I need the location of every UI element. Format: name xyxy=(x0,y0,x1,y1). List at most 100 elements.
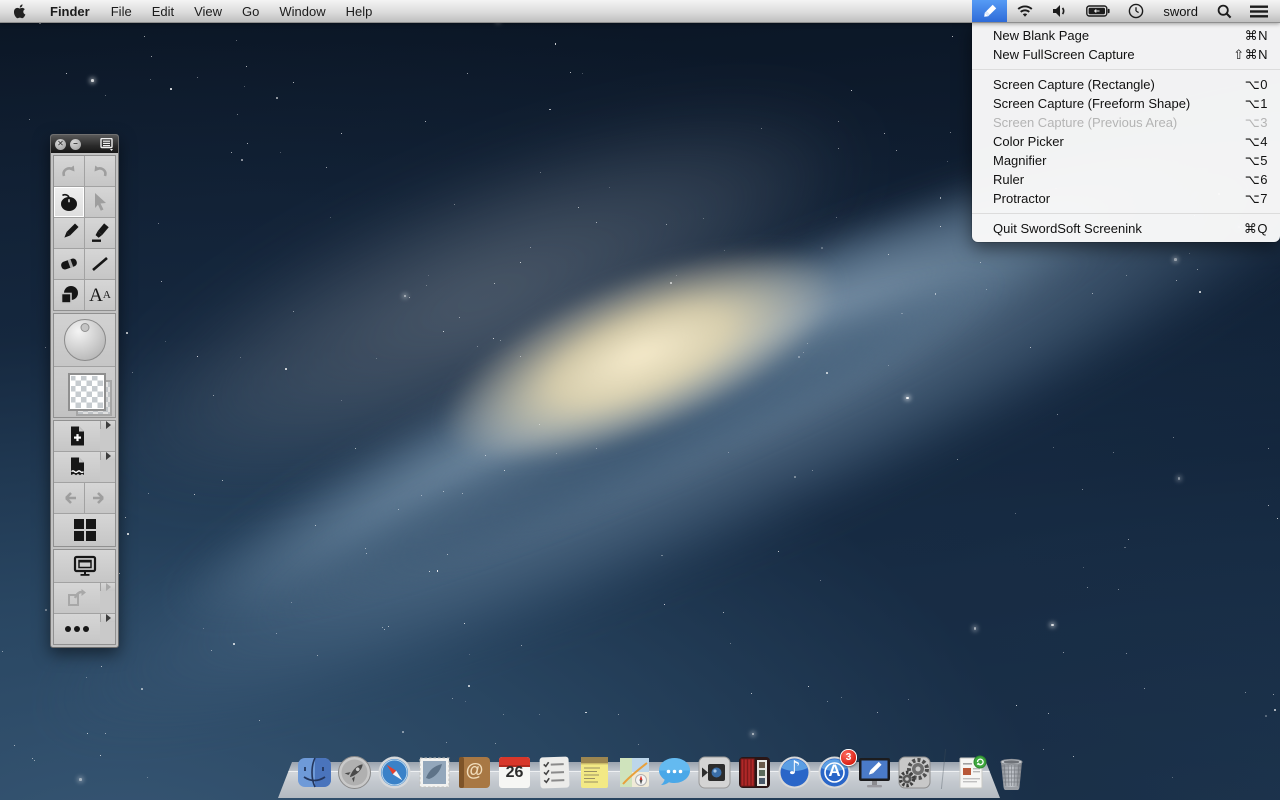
line-tool-button[interactable] xyxy=(84,249,115,279)
flyout-triangle-icon xyxy=(106,614,111,622)
share-icon xyxy=(66,588,88,608)
menu-item-new-blank-page[interactable]: New Blank Page ⌘N xyxy=(972,26,1280,45)
undo-button[interactable] xyxy=(54,156,84,186)
dock-photo-booth[interactable] xyxy=(736,754,773,791)
more-tools-button[interactable] xyxy=(54,614,100,644)
battery-icon xyxy=(1086,5,1110,17)
shapes-tool-button[interactable] xyxy=(54,280,84,310)
dock-screenink[interactable] xyxy=(856,754,893,791)
palette-color-group xyxy=(53,313,116,418)
new-page-flyout[interactable] xyxy=(100,421,115,429)
volume-status-item[interactable] xyxy=(1043,0,1077,22)
pages-grid-icon xyxy=(74,519,96,541)
menu-separator xyxy=(972,213,1280,214)
line-icon xyxy=(90,255,110,273)
dock: @ 26 xyxy=(0,740,1280,800)
palette-close-button[interactable]: ✕ xyxy=(55,139,66,150)
marker-icon xyxy=(89,223,111,243)
dock-document-stack[interactable] xyxy=(953,754,990,791)
share-flyout xyxy=(100,583,115,591)
dock-notes[interactable] xyxy=(576,754,613,791)
dock-messages[interactable] xyxy=(656,754,693,791)
undo-icon xyxy=(59,163,79,179)
share-button[interactable] xyxy=(54,583,100,613)
palette-pages-group xyxy=(53,420,116,547)
tear-page-flyout[interactable] xyxy=(100,452,115,460)
dock-mail[interactable] xyxy=(416,754,453,791)
menubar-file[interactable]: File xyxy=(101,0,142,22)
more-tools-flyout[interactable] xyxy=(100,614,115,622)
apple-icon xyxy=(14,4,27,19)
apple-menu[interactable] xyxy=(0,0,39,22)
marker-tool-button[interactable] xyxy=(84,218,115,248)
messages-icon xyxy=(656,754,693,791)
forward-page-button[interactable] xyxy=(84,483,115,513)
tear-page-button[interactable] xyxy=(54,452,100,482)
menubar-view[interactable]: View xyxy=(184,0,232,22)
spotlight-item[interactable] xyxy=(1208,0,1241,22)
back-page-button[interactable] xyxy=(54,483,84,513)
menu-item-quit-screenink[interactable]: Quit SwordSoft Screenink ⌘Q xyxy=(972,219,1280,238)
menubar-app-finder[interactable]: Finder xyxy=(39,0,101,22)
menu-item-color-picker[interactable]: Color Picker ⌥4 xyxy=(972,132,1280,151)
menubar-go[interactable]: Go xyxy=(232,0,269,22)
eraser-tool-button[interactable] xyxy=(54,249,84,279)
dock-system-preferences[interactable] xyxy=(896,754,933,791)
dock-itunes[interactable]: ♪ xyxy=(776,754,813,791)
mouse-icon xyxy=(58,192,80,212)
menu-item-protractor[interactable]: Protractor ⌥7 xyxy=(972,189,1280,208)
dock-contacts[interactable]: @ xyxy=(456,754,493,791)
dock-calendar[interactable]: 26 xyxy=(496,754,533,791)
color-knob-cell[interactable] xyxy=(54,314,115,366)
clock-status-item[interactable] xyxy=(1119,0,1153,22)
dock-facetime[interactable] xyxy=(696,754,733,791)
dock-finder[interactable] xyxy=(296,754,333,791)
dock-reminders[interactable] xyxy=(536,754,573,791)
list-menu-icon xyxy=(100,138,114,151)
menu-item-magnifier[interactable]: Magnifier ⌥5 xyxy=(972,151,1280,170)
palette-menu-button[interactable] xyxy=(100,138,114,151)
menubar-help[interactable]: Help xyxy=(336,0,383,22)
menubar-edit[interactable]: Edit xyxy=(142,0,184,22)
dock-separator xyxy=(936,747,950,791)
pages-grid-button[interactable] xyxy=(54,514,115,546)
pointer-tool-button[interactable] xyxy=(84,187,115,217)
menu-item-ruler[interactable]: Ruler ⌥6 xyxy=(972,170,1280,189)
screenink-status-item[interactable] xyxy=(972,0,1007,22)
user-menu[interactable]: sword xyxy=(1153,0,1208,22)
clock-icon xyxy=(1128,3,1144,19)
more-dots-icon xyxy=(65,626,89,632)
menubar-window[interactable]: Window xyxy=(269,0,335,22)
dock-maps[interactable] xyxy=(616,754,653,791)
redo-button[interactable] xyxy=(84,156,115,186)
notification-center-item[interactable] xyxy=(1241,0,1280,22)
pencil-icon xyxy=(58,223,80,243)
app-store-badge: 3 xyxy=(840,749,857,766)
menu-item-new-fullscreen-capture[interactable]: New FullScreen Capture ⇧⌘N xyxy=(972,45,1280,64)
pattern-swatch-cell[interactable] xyxy=(54,366,115,417)
pointer-arrow-icon xyxy=(91,192,109,212)
menu-item-screen-capture-freeform[interactable]: Screen Capture (Freeform Shape) ⌥1 xyxy=(972,94,1280,113)
screen-monitor-icon xyxy=(73,555,97,577)
new-page-button[interactable] xyxy=(54,421,100,451)
screen-mode-button[interactable] xyxy=(54,550,115,582)
screenink-app-icon xyxy=(856,754,893,791)
wifi-status-item[interactable] xyxy=(1007,0,1043,22)
wifi-icon xyxy=(1016,4,1034,18)
mouse-tool-button[interactable] xyxy=(54,187,84,217)
flyout-triangle-icon xyxy=(106,583,111,591)
dock-app-store[interactable]: A 3 xyxy=(816,754,853,791)
dock-safari[interactable] xyxy=(376,754,413,791)
text-tool-button[interactable]: AA xyxy=(84,280,115,310)
palette-titlebar[interactable]: ✕ – xyxy=(51,135,118,153)
tear-page-icon xyxy=(67,456,87,478)
forward-arrow-icon xyxy=(91,491,109,505)
palette-minimize-button[interactable]: – xyxy=(70,139,81,150)
battery-status-item[interactable] xyxy=(1077,0,1119,22)
color-knob-icon[interactable] xyxy=(64,319,106,361)
eraser-icon xyxy=(58,255,80,273)
pencil-tool-button[interactable] xyxy=(54,218,84,248)
menu-item-screen-capture-rectangle[interactable]: Screen Capture (Rectangle) ⌥0 xyxy=(972,75,1280,94)
dock-launchpad[interactable] xyxy=(336,754,373,791)
dock-trash[interactable] xyxy=(993,754,1030,791)
